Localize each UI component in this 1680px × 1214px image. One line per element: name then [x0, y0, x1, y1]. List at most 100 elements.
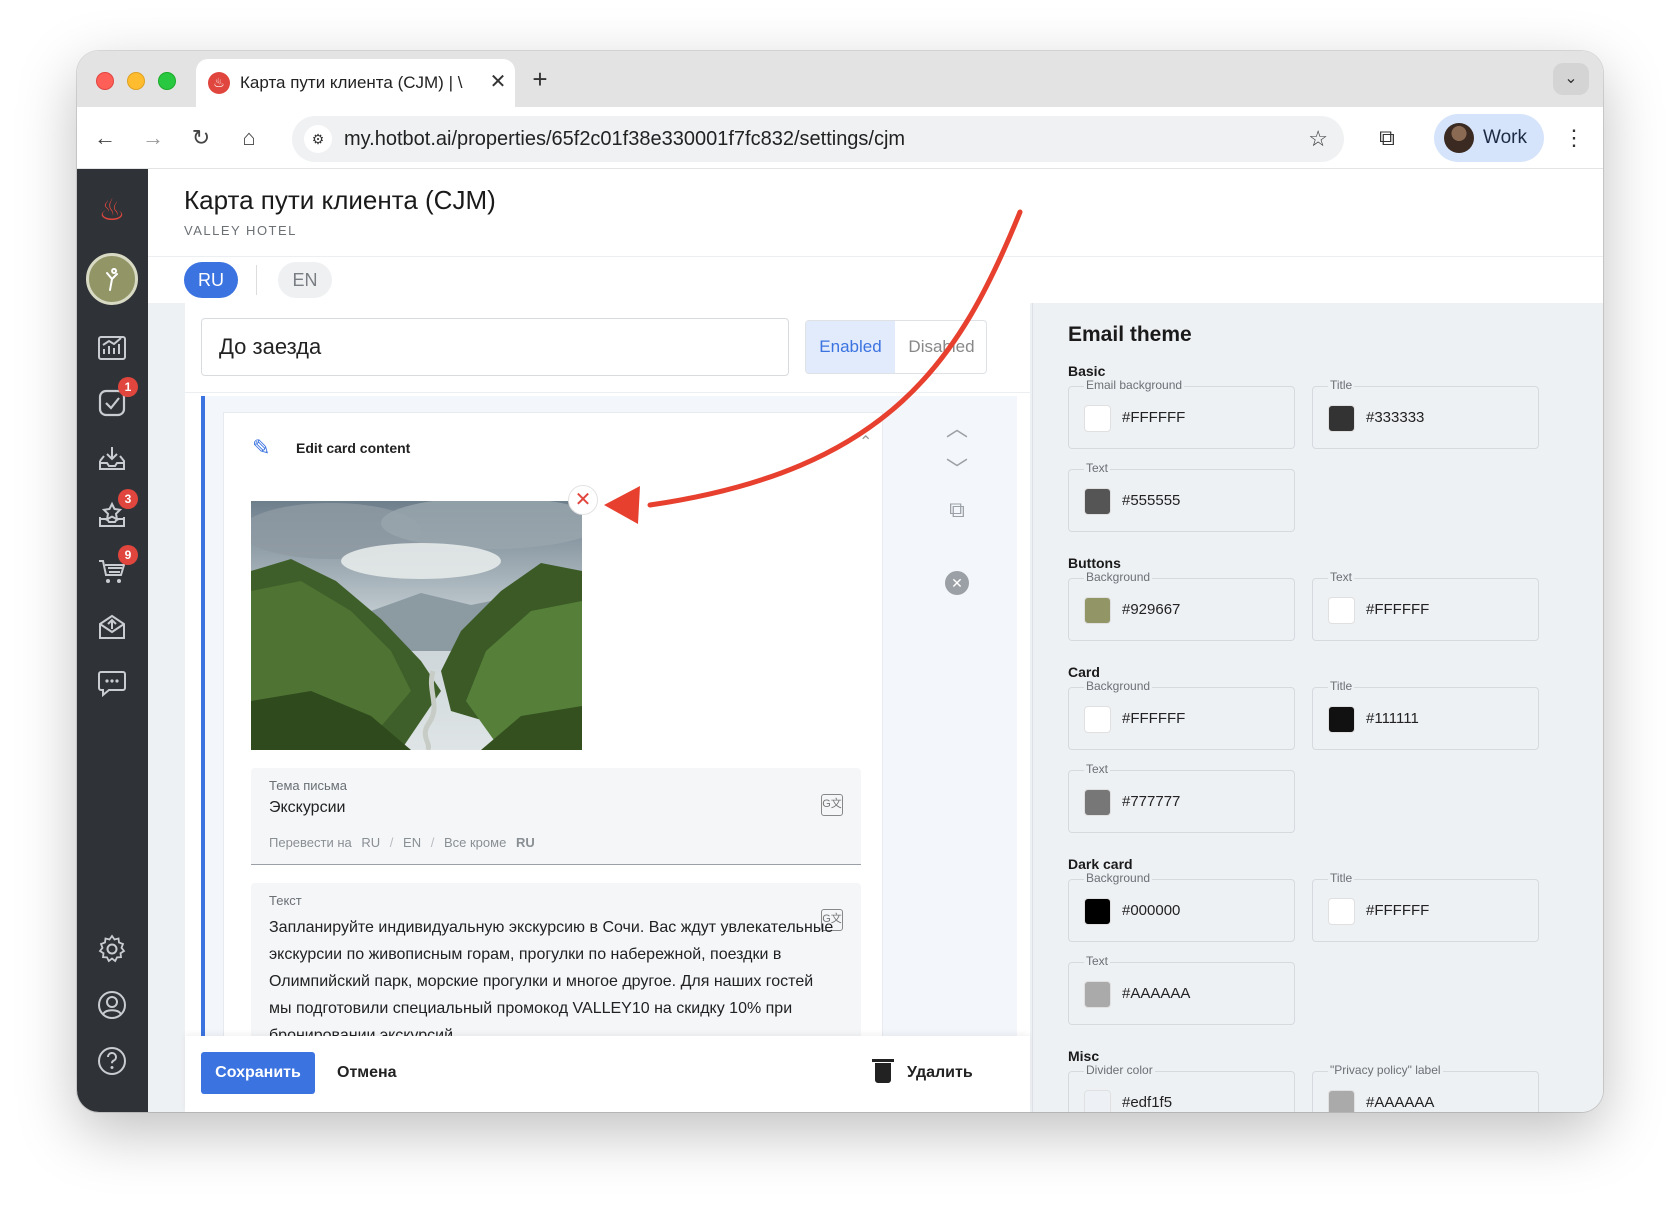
close-window-button[interactable]	[96, 72, 114, 90]
stage-name-input[interactable]: До заезда	[201, 318, 789, 376]
forward-arrow-icon[interactable]: →	[136, 121, 170, 155]
color-swatch[interactable]	[1084, 789, 1111, 816]
tab-close-icon[interactable]: ✕	[485, 69, 511, 95]
color-value: #555555	[1122, 492, 1181, 509]
card-title-color-field[interactable]: Title #111111	[1312, 679, 1539, 750]
sidebar-item-chat[interactable]	[88, 659, 136, 707]
pencil-icon: ✎	[252, 435, 271, 460]
text-field[interactable]: Текст G文 Запланируйте индивидуальную экс…	[251, 883, 861, 1036]
title-color-field[interactable]: Title #333333	[1312, 378, 1539, 449]
color-swatch[interactable]	[1084, 1090, 1111, 1112]
theme-title: Email theme	[1068, 323, 1192, 346]
disabled-option[interactable]: Disabled	[895, 321, 986, 373]
color-value: #FFFFFF	[1122, 710, 1186, 727]
color-value: #000000	[1122, 902, 1181, 919]
color-swatch[interactable]	[1328, 898, 1355, 925]
color-swatch[interactable]	[1328, 597, 1355, 624]
dark-card-title-color-field[interactable]: Title #FFFFFF	[1312, 871, 1539, 942]
privacy-label-color-field[interactable]: "Privacy policy" label #AAAAAA	[1312, 1063, 1539, 1112]
dark-card-text-color-field[interactable]: Text #AAAAAA	[1068, 954, 1295, 1025]
remove-image-icon[interactable]: ✕	[568, 485, 598, 515]
color-value: #111111	[1366, 710, 1419, 727]
sidebar-item-mail[interactable]	[88, 603, 136, 651]
color-swatch[interactable]	[1084, 405, 1111, 432]
duplicate-copy-icon[interactable]: ⧉	[940, 493, 974, 527]
card-image	[251, 501, 582, 750]
hotbot-logo-icon[interactable]: ♨	[88, 187, 136, 235]
reload-icon[interactable]: ↻	[184, 121, 218, 155]
card-group-title: Card	[1068, 664, 1100, 680]
sidebar-item-analytics[interactable]	[88, 323, 136, 371]
bookmark-star-icon[interactable]: ☆	[1308, 126, 1328, 152]
divider-color-field[interactable]: Divider color #edf1f5	[1068, 1063, 1295, 1112]
sidebar-item-shop[interactable]: 9	[88, 545, 138, 595]
field-label: Text	[1084, 954, 1111, 968]
dark-card-background-color-field[interactable]: Background #000000	[1068, 871, 1295, 942]
color-swatch[interactable]	[1084, 898, 1111, 925]
zoom-window-button[interactable]	[158, 72, 176, 90]
lang-en-button[interactable]: EN	[278, 262, 332, 298]
color-swatch[interactable]	[1084, 597, 1111, 624]
sidebar-item-downloads[interactable]	[88, 435, 136, 483]
translate-ru-link[interactable]: RU	[361, 835, 380, 850]
button-background-color-field[interactable]: Background #929667	[1068, 570, 1295, 641]
new-tab-button[interactable]: +	[525, 65, 555, 95]
email-background-color-field[interactable]: Email background #FFFFFF	[1068, 378, 1295, 449]
minimize-window-button[interactable]	[127, 72, 145, 90]
sidebar-item-settings[interactable]	[88, 925, 136, 973]
browser-menu-icon[interactable]: ⋮	[1562, 121, 1586, 155]
card-text-color-field[interactable]: Text #777777	[1068, 762, 1295, 833]
subject-field[interactable]: Тема письма Экскурсии G文 Перевести на RU…	[251, 768, 861, 865]
field-label: Divider color	[1084, 1063, 1155, 1077]
tab-title: Карта пути клиента (CJM) | \	[240, 73, 463, 92]
sidebar-item-tasks[interactable]: 1	[88, 377, 138, 427]
color-swatch[interactable]	[1328, 1090, 1355, 1112]
card-background-color-field[interactable]: Background #FFFFFF	[1068, 679, 1295, 750]
field-label: Background	[1084, 871, 1153, 885]
sidebar-item-cjm[interactable]	[86, 253, 138, 305]
color-swatch[interactable]	[1328, 405, 1355, 432]
translate-all-link[interactable]: Все кроме RU	[444, 835, 541, 850]
cancel-button[interactable]: Отмена	[337, 1052, 397, 1094]
help-question-icon	[98, 1047, 126, 1075]
color-swatch[interactable]	[1328, 706, 1355, 733]
translate-prefix: Перевести на	[269, 835, 352, 850]
page-title: Карта пути клиента (CJM)	[184, 185, 496, 215]
save-button[interactable]: Сохранить	[201, 1052, 315, 1094]
step-controls: ︿ ﹀ ⧉ ✕	[907, 396, 1017, 1036]
enabled-option[interactable]: Enabled	[806, 321, 895, 373]
browser-tab[interactable]: ♨ Карта пути клиента (CJM) | \ ✕	[196, 59, 515, 107]
remove-step-icon[interactable]: ✕	[945, 571, 969, 595]
color-swatch[interactable]	[1084, 488, 1111, 515]
address-bar[interactable]: ⚙ my.hotbot.ai/properties/65f2c01f38e330…	[292, 116, 1344, 162]
sidebar-item-reviews[interactable]: 3	[88, 489, 138, 539]
color-swatch[interactable]	[1084, 706, 1111, 733]
sidebar-item-account[interactable]	[88, 981, 136, 1029]
tab-search-chevron-icon[interactable]: ⌄	[1553, 63, 1589, 95]
home-icon[interactable]: ⌂	[232, 121, 266, 155]
color-value: #edf1f5	[1122, 1094, 1173, 1111]
color-value: #AAAAAA	[1366, 1094, 1435, 1111]
field-label: Text	[1084, 461, 1111, 475]
site-settings-icon[interactable]: ⚙	[304, 125, 332, 153]
translate-en-link[interactable]: EN	[403, 835, 421, 850]
sidebar-item-help[interactable]	[88, 1037, 136, 1085]
collapse-chevron-icon[interactable]: ⌃	[859, 432, 872, 452]
move-down-chevron-icon[interactable]: ﹀	[940, 453, 974, 487]
language-switcher: RU EN	[148, 257, 1603, 303]
text-label: Текст	[269, 893, 302, 908]
button-text-color-field[interactable]: Text #FFFFFF	[1312, 570, 1539, 641]
profile-button[interactable]: Work	[1434, 114, 1544, 162]
mail-upload-icon	[99, 614, 125, 639]
back-arrow-icon[interactable]: ←	[88, 121, 122, 155]
lang-ru-button[interactable]: RU	[184, 262, 238, 298]
color-swatch[interactable]	[1084, 981, 1111, 1008]
extensions-puzzle-icon[interactable]: ⧉	[1370, 121, 1404, 155]
move-up-chevron-icon[interactable]: ︿	[940, 412, 974, 446]
color-value: #FFFFFF	[1122, 409, 1186, 426]
gear-icon	[98, 934, 126, 963]
translate-icon[interactable]: G文	[821, 794, 843, 816]
text-color-field[interactable]: Text #555555	[1068, 461, 1295, 532]
delete-button[interactable]: Удалить	[872, 1052, 973, 1094]
field-label: Title	[1328, 679, 1355, 693]
